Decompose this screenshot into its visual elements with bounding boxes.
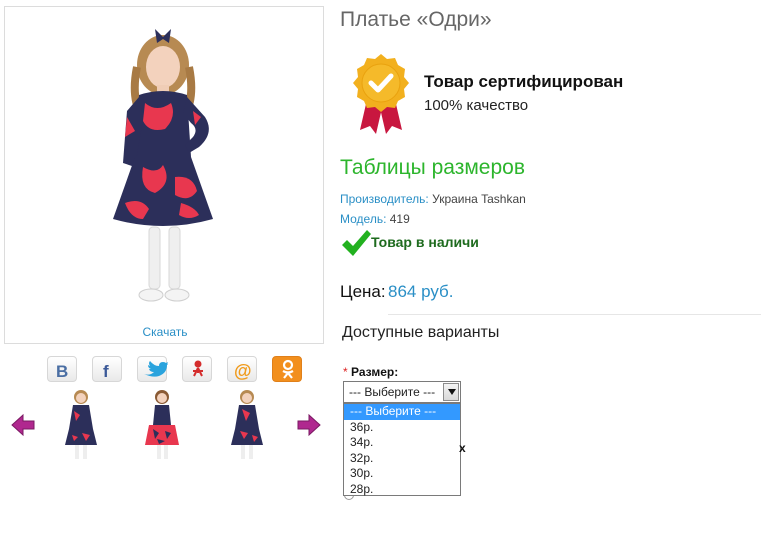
size-option[interactable]: 30р. bbox=[344, 466, 460, 482]
size-select-value: --- Выберите --- bbox=[349, 385, 436, 399]
thumbnail-image bbox=[231, 390, 263, 459]
divider bbox=[388, 314, 761, 315]
required-mark: * bbox=[343, 365, 348, 379]
svg-text:f: f bbox=[103, 362, 109, 381]
download-link[interactable]: Скачать bbox=[5, 325, 325, 339]
size-select[interactable]: --- Выберите --- bbox=[343, 381, 461, 403]
thumbnail-1[interactable] bbox=[60, 387, 102, 463]
obscured-option-text: х bbox=[459, 441, 466, 455]
size-option[interactable]: 28р. bbox=[344, 482, 460, 498]
checkmark-icon bbox=[340, 229, 372, 262]
vk-share-button[interactable]: В bbox=[47, 356, 77, 382]
manufacturer-row: Производитель: Украина Tashkan bbox=[340, 192, 526, 206]
odnoklassniki-icon bbox=[282, 359, 294, 379]
arrow-left-icon bbox=[11, 413, 35, 437]
model-row: Модель: 419 bbox=[340, 212, 410, 226]
size-dropdown-list: --- Выберите --- 36р. 34р. 32р. 30р. 28р… bbox=[343, 403, 461, 496]
svg-text:@: @ bbox=[234, 361, 252, 381]
vk-icon: В bbox=[56, 362, 68, 381]
manufacturer-label: Производитель: bbox=[340, 192, 429, 206]
odnoklassniki-share-button[interactable] bbox=[272, 356, 302, 382]
size-select-toggle[interactable] bbox=[443, 383, 459, 401]
dropdown-arrow-icon bbox=[448, 389, 456, 395]
main-product-image[interactable]: Скачать bbox=[4, 6, 324, 344]
manufacturer-value[interactable]: Украина Tashkan bbox=[432, 192, 526, 206]
facebook-share-button[interactable]: f bbox=[92, 356, 122, 382]
odnoklassniki-alt-share-button[interactable] bbox=[182, 356, 212, 382]
model-label: Модель: bbox=[340, 212, 387, 226]
svg-text:В: В bbox=[56, 362, 68, 381]
arrow-right-icon bbox=[297, 413, 321, 437]
price-value: 864 руб. bbox=[388, 282, 454, 301]
size-option[interactable]: 34р. bbox=[344, 435, 460, 451]
next-image-button[interactable] bbox=[296, 412, 322, 438]
product-title: Платье «Одри» bbox=[340, 8, 492, 31]
twitter-share-button[interactable] bbox=[137, 356, 168, 382]
odnoklassniki-alt-icon bbox=[193, 360, 203, 377]
mail-ru-share-button[interactable]: @ bbox=[227, 356, 257, 382]
girl-in-dress-image bbox=[113, 29, 213, 302]
certified-subtitle: 100% качество bbox=[424, 97, 529, 114]
facebook-icon: f bbox=[103, 362, 109, 381]
certified-title: Товар сертифицирован bbox=[424, 72, 624, 91]
thumbnail-2[interactable] bbox=[141, 387, 183, 463]
thumbnail-image bbox=[65, 390, 97, 459]
size-option[interactable]: --- Выберите --- bbox=[344, 404, 460, 420]
mail-ru-icon: @ bbox=[234, 361, 252, 381]
thumbnail-3[interactable] bbox=[226, 387, 268, 463]
prev-image-button[interactable] bbox=[10, 412, 36, 438]
certified-badge-icon bbox=[350, 52, 412, 143]
thumbnail-image bbox=[145, 390, 179, 459]
size-label: Размер: bbox=[351, 365, 399, 379]
price-label: Цена: bbox=[340, 282, 386, 301]
size-option[interactable]: 32р. bbox=[344, 451, 460, 467]
size-table-link[interactable]: Таблицы размеров bbox=[340, 156, 525, 180]
variants-heading: Доступные варианты bbox=[342, 324, 500, 341]
twitter-icon bbox=[144, 361, 168, 377]
model-value: 419 bbox=[389, 212, 410, 226]
stock-status: Товар в наличи bbox=[371, 234, 479, 250]
size-option[interactable]: 36р. bbox=[344, 420, 460, 436]
